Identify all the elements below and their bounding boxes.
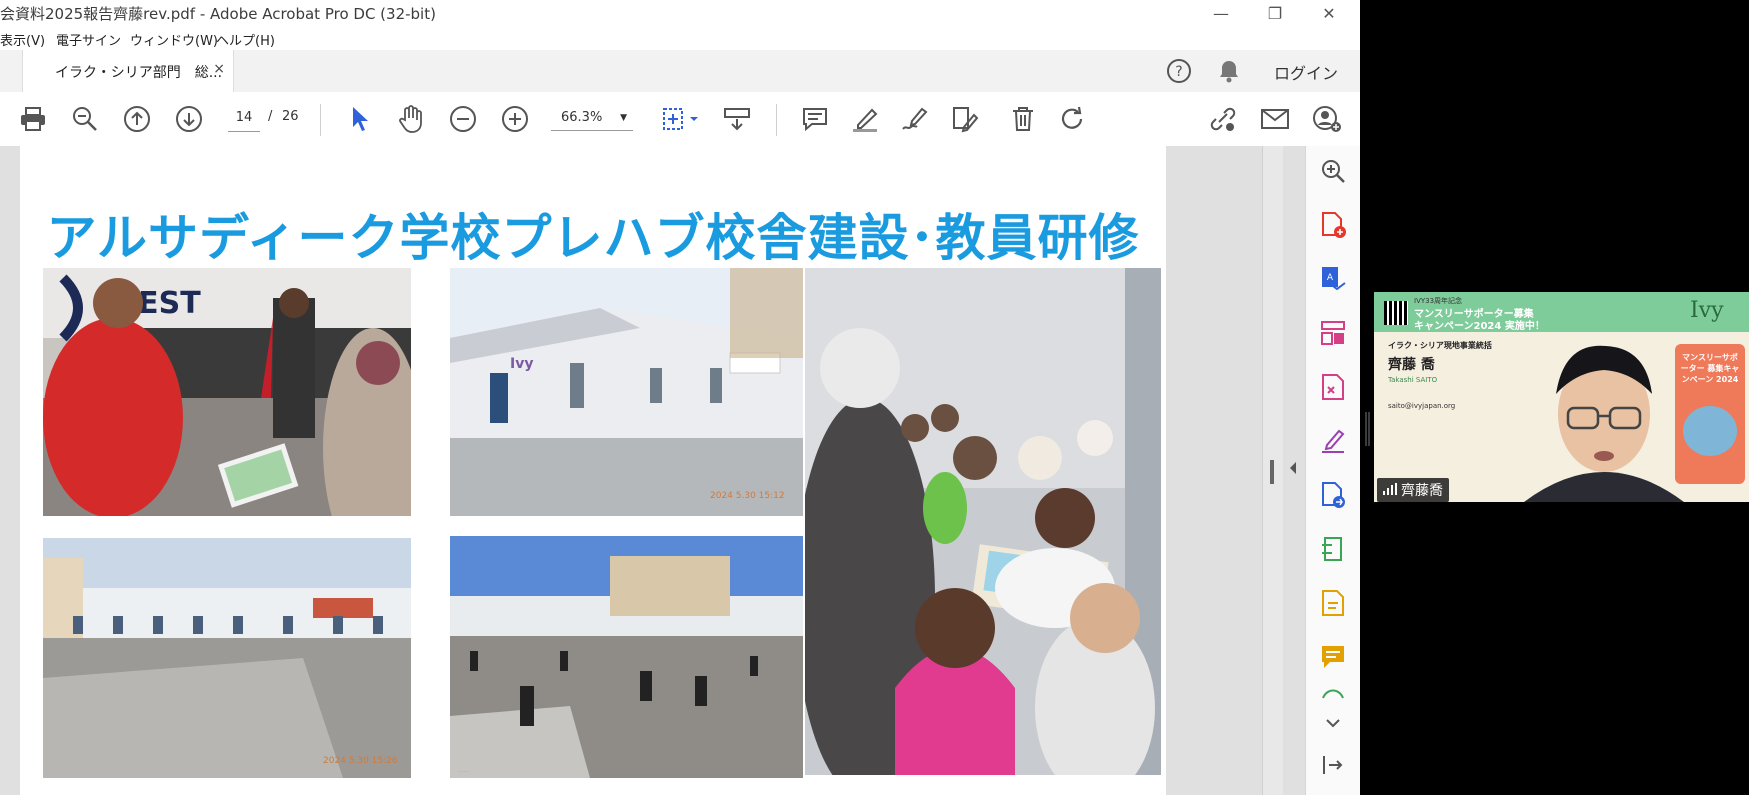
pdf-page: アルサディーク学校プレハブ校舎建設･教員研修 NEST Ivy 2024 5.3… xyxy=(20,146,1166,795)
create-pdf-icon[interactable] xyxy=(1318,210,1348,240)
keyboard-scroll-icon[interactable] xyxy=(722,104,752,134)
document-viewport[interactable]: アルサディーク学校プレハブ校舎建設･教員研修 NEST Ivy 2024 5.3… xyxy=(0,146,1305,795)
zoom-out-icon[interactable] xyxy=(448,104,478,134)
chevron-down-icon[interactable] xyxy=(1318,708,1348,738)
tab-bar: イラク・シリア部門 総... × ? ログイン xyxy=(0,50,1360,93)
scan-ocr-icon[interactable] xyxy=(1318,588,1348,618)
email-icon[interactable] xyxy=(1260,104,1290,134)
card-name: 齊藤 喬 xyxy=(1388,357,1435,373)
photo-meeting-training: NEST xyxy=(43,268,411,516)
more-tools-icon[interactable] xyxy=(1318,686,1348,700)
fill-sign-icon[interactable] xyxy=(1318,426,1348,456)
card-role: イラク・シリア現地事業統括 xyxy=(1388,341,1492,350)
participant-name-tag: 齊藤喬 xyxy=(1377,478,1449,502)
fit-page-icon[interactable] xyxy=(658,104,702,134)
add-user-icon[interactable] xyxy=(1312,104,1342,134)
close-window-button[interactable]: ✕ xyxy=(1306,0,1352,26)
zoom-out-search-icon[interactable] xyxy=(70,104,100,134)
minimize-button[interactable]: — xyxy=(1198,0,1244,26)
photo-courtyard: 2024 5.30 15:26 xyxy=(43,538,411,778)
comment-tool-icon[interactable] xyxy=(1318,642,1348,672)
chevron-down-icon: ▼ xyxy=(620,113,627,123)
next-page-icon[interactable] xyxy=(174,104,204,134)
compare-files-icon[interactable] xyxy=(1318,534,1348,564)
date-stamp-2: 2024 5.30 15:26 xyxy=(323,756,398,766)
organize-pages-icon[interactable] xyxy=(1318,318,1348,348)
date-stamp: 2024 5.30 15:12 xyxy=(710,491,785,501)
print-icon[interactable] xyxy=(18,104,48,134)
edit-pdf-icon[interactable] xyxy=(1318,372,1348,402)
right-tools-pane: A xyxy=(1305,146,1360,795)
menu-e-sign[interactable]: 電子サイン xyxy=(56,30,121,49)
sign-ivy-text: Ivy xyxy=(510,356,533,372)
signal-bars-icon xyxy=(1383,483,1397,499)
side-poster: マンスリーサポーター 募集キャンペーン 2024 xyxy=(1675,344,1745,484)
photo-playground: JAPAN PLATFORM Ivy xyxy=(450,536,803,778)
export-pdf-icon[interactable]: A xyxy=(1318,264,1348,294)
acrobat-window: 会資料2025報告齊藤rev.pdf - Adobe Acrobat Pro D… xyxy=(0,0,1360,795)
page-separator: / xyxy=(268,109,273,124)
photo-classroom xyxy=(805,268,1161,775)
collapse-pane-arrow-icon[interactable] xyxy=(1287,460,1299,476)
ivy-logo: Ivy xyxy=(1690,298,1724,323)
draw-signature-icon[interactable] xyxy=(900,104,930,134)
vertical-scrollbar[interactable] xyxy=(1262,146,1283,795)
send-review-icon[interactable] xyxy=(1318,480,1348,510)
trash-icon[interactable] xyxy=(1008,104,1038,134)
tab-label: イラク・シリア部門 総... xyxy=(55,65,223,81)
page-total: 26 xyxy=(282,109,299,124)
tab-close-icon[interactable]: × xyxy=(213,61,225,77)
toolbar-divider xyxy=(320,104,321,136)
toolbar-divider-2 xyxy=(776,104,777,136)
menu-help[interactable]: ヘルプ(H) xyxy=(216,30,275,49)
card-romaji: Takashi SAITO xyxy=(1388,376,1438,384)
redo-icon[interactable] xyxy=(1058,104,1088,134)
page-number-input[interactable]: 14 xyxy=(228,105,260,132)
tab-document[interactable]: イラク・シリア部門 総... × xyxy=(22,50,234,92)
svg-text:?: ? xyxy=(1175,64,1182,80)
collapse-tools-icon[interactable] xyxy=(1318,750,1348,780)
highlight-pen-icon[interactable] xyxy=(850,104,880,134)
zoom-level-select[interactable]: 66.3% ▼ xyxy=(551,105,633,131)
previous-page-icon[interactable] xyxy=(122,104,152,134)
scrollbar-thumb[interactable] xyxy=(1270,460,1274,484)
login-link[interactable]: ログイン xyxy=(1274,60,1338,84)
photo-prefab-building: Ivy 2024 5.30 15:12 xyxy=(450,268,803,516)
title-bar: 会資料2025報告齊藤rev.pdf - Adobe Acrobat Pro D… xyxy=(0,0,1360,26)
hand-tool-icon[interactable] xyxy=(396,104,426,134)
slide-title: アルサディーク学校プレハブ校舎建設･教員研修 xyxy=(46,209,1140,267)
svg-text:A: A xyxy=(1327,273,1334,283)
main-toolbar: 14 / 26 66.3% ▼ xyxy=(0,92,1360,147)
select-cursor-icon[interactable] xyxy=(344,104,374,134)
search-zoom-icon[interactable] xyxy=(1318,156,1348,186)
edit-text-icon[interactable] xyxy=(950,104,980,134)
menu-view[interactable]: 表示(V) xyxy=(0,30,45,49)
video-participant-tile[interactable]: IVY33周年記念 マンスリーサポーター募集 キャンペーン2024 実施中！ I… xyxy=(1374,292,1749,502)
banner-line3: キャンペーン2024 実施中！ xyxy=(1414,321,1545,332)
virtual-background-banner: IVY33周年記念 マンスリーサポーター募集 キャンペーン2024 実施中！ I… xyxy=(1374,292,1749,332)
share-link-icon[interactable] xyxy=(1208,104,1238,134)
qr-code xyxy=(1384,301,1408,325)
participant-name: 齊藤喬 xyxy=(1401,483,1443,499)
menu-window[interactable]: ウィンドウ(W) xyxy=(130,30,218,49)
zoom-in-icon[interactable] xyxy=(500,104,530,134)
card-email: saito@ivyjapan.org xyxy=(1388,402,1456,410)
video-drag-handle[interactable] xyxy=(1365,412,1371,446)
menu-bar: 表示(V) 電子サイン ウィンドウ(W) ヘルプ(H) xyxy=(0,26,1360,50)
bell-icon[interactable] xyxy=(1216,58,1242,84)
participant-video xyxy=(1524,345,1684,502)
window-title: 会資料2025報告齊藤rev.pdf - Adobe Acrobat Pro D… xyxy=(0,5,436,23)
side-poster-text: マンスリーサポーター 募集キャンペーン 2024 xyxy=(1680,353,1740,384)
help-icon[interactable]: ? xyxy=(1166,58,1192,84)
maximize-button[interactable]: ❐ xyxy=(1252,0,1298,26)
comment-icon[interactable] xyxy=(800,104,830,134)
